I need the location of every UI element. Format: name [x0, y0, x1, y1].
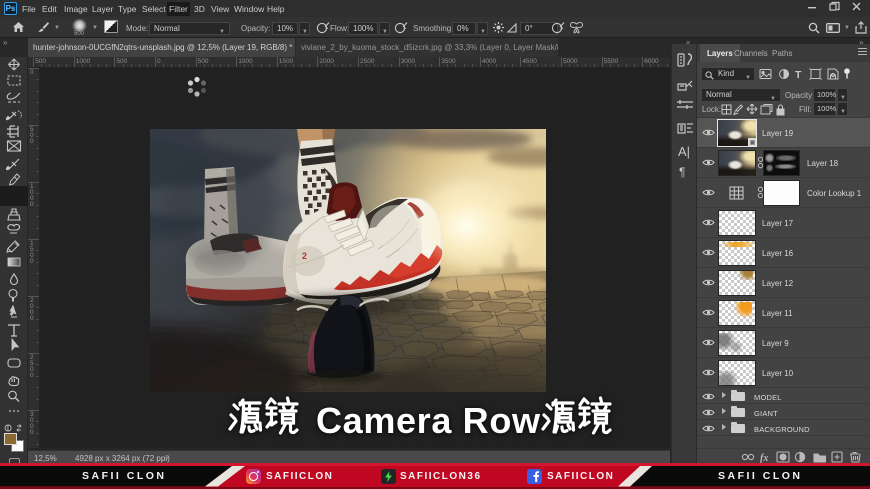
svg-text:A|: A| — [678, 144, 690, 159]
svg-text:¶: ¶ — [679, 165, 685, 179]
svg-text:2: 2 — [302, 251, 307, 261]
svg-text:Camera Row: Camera Row — [316, 400, 541, 441]
svg-text:T: T — [795, 69, 802, 81]
